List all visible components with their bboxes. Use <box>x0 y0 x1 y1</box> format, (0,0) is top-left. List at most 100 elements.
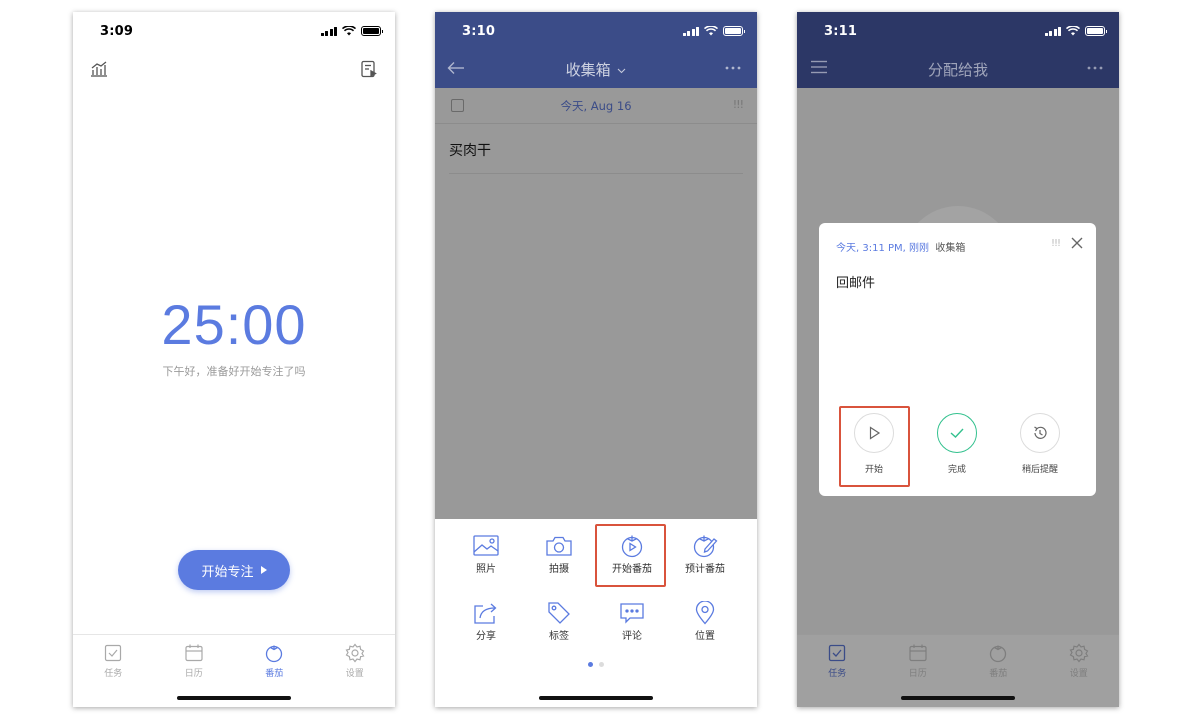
complete-action-button[interactable]: 完成 <box>922 413 992 475</box>
tab-label: 设置 <box>345 669 364 679</box>
sheet-item-camera[interactable]: 拍摄 <box>523 534 595 575</box>
statistics-icon[interactable] <box>90 60 108 78</box>
tomato-icon <box>266 645 283 663</box>
sheet-item-location[interactable]: 位置 <box>669 601 741 642</box>
snooze-icon <box>1034 426 1047 439</box>
status-time: 3:10 <box>462 24 496 39</box>
status-bar: 3:11 <box>797 12 1119 52</box>
sheet-item-label: 分享 <box>476 631 496 642</box>
battery-icon <box>723 26 745 36</box>
sheet-item-comment[interactable]: 评论 <box>596 601 668 642</box>
priority-flag[interactable]: !!! <box>733 98 744 111</box>
status-bar: 3:09 <box>73 12 395 52</box>
status-icons <box>1044 26 1107 36</box>
home-indicator <box>539 696 653 700</box>
status-bar: 3:10 <box>435 12 757 52</box>
complete-action-circle <box>937 413 977 453</box>
sheet-item-photo[interactable]: 照片 <box>450 534 522 575</box>
date-bar: 今天, Aug 16 !!! <box>435 88 757 124</box>
play-icon <box>260 566 267 574</box>
gear-icon <box>1069 643 1089 663</box>
status-icons <box>682 26 745 36</box>
wifi-icon <box>1066 26 1080 36</box>
tomato-edit-icon <box>693 535 718 558</box>
phone-screen-inbox-action-sheet: 3:10 收集箱 今天, Aug 16 !!! 买肉干 照片 拍摄 开始番茄 预… <box>435 12 757 707</box>
wifi-icon <box>704 26 718 36</box>
sheet-item-estimate-pomodoro[interactable]: 预计番茄 <box>669 534 741 575</box>
action-sheet: 照片 拍摄 开始番茄 预计番茄 分享 标签 评论 位置 <box>435 519 757 707</box>
task-list-name[interactable]: 收集箱 <box>935 243 965 254</box>
start-focus-button[interactable]: 开始专注 <box>178 550 290 590</box>
greeting-text: 下午好，准备好开始专注了吗 <box>162 365 306 378</box>
task-popup: 今天, 3:11 PM, 刚刚 收集箱 !!! 回邮件 开始 完成 稍后提醒 <box>819 223 1096 496</box>
tab-label: 任务 <box>104 669 123 679</box>
checkbox-icon <box>105 644 122 662</box>
tab-label: 任务 <box>828 669 847 679</box>
tab-settings[interactable]: 设置 <box>315 635 396 707</box>
phone-screen-assigned-popup: 3:11 分配给我 今天, 3:11 PM, 刚刚 收集箱 !!! 回邮件 开始 <box>797 12 1119 707</box>
phone-screen-pomodoro: 3:09 25:00 下午好，准备好开始专注了吗 开始专注 任务 日历 番茄 设… <box>73 12 395 707</box>
location-icon <box>695 601 715 625</box>
task-meta: 今天, 3:11 PM, 刚刚 收集箱 <box>836 239 965 254</box>
task-title[interactable]: 回邮件 <box>836 272 875 291</box>
more-icon[interactable] <box>1087 66 1103 70</box>
task-time[interactable]: 今天, 3:11 PM, 刚刚 <box>836 243 929 254</box>
home-indicator <box>177 696 291 700</box>
focus-record-icon[interactable] <box>360 60 378 78</box>
tab-tasks[interactable]: 任务 <box>797 635 878 707</box>
signal-icon <box>1044 26 1061 36</box>
dimmed-task-detail: 今天, Aug 16 !!! 买肉干 <box>435 88 757 519</box>
sheet-item-label: 照片 <box>476 564 496 575</box>
navigation-bar: 3:10 收集箱 <box>435 12 757 88</box>
nav-title-text: 收集箱 <box>565 61 611 79</box>
photo-icon <box>473 535 499 556</box>
action-label: 稍后提醒 <box>1021 465 1058 475</box>
calendar-icon <box>909 644 927 662</box>
tag-icon <box>548 602 570 624</box>
tab-label: 番茄 <box>989 669 1008 679</box>
highlight-box <box>839 406 910 487</box>
status-time: 3:11 <box>824 24 858 39</box>
tab-settings[interactable]: 设置 <box>1039 635 1120 707</box>
close-icon[interactable] <box>1070 236 1084 250</box>
snooze-action-circle <box>1020 413 1060 453</box>
snooze-action-button[interactable]: 稍后提醒 <box>1005 413 1075 475</box>
task-title[interactable]: 买肉干 <box>449 140 743 174</box>
navigation-bar: 3:11 分配给我 <box>797 12 1119 88</box>
tab-label: 日历 <box>908 669 927 679</box>
calendar-icon <box>185 644 203 662</box>
page-dot <box>588 662 593 667</box>
action-label: 完成 <box>947 465 966 475</box>
sheet-item-tag[interactable]: 标签 <box>523 601 595 642</box>
sheet-item-label: 预计番茄 <box>685 564 725 575</box>
tomato-icon <box>990 645 1007 663</box>
status-time: 3:09 <box>100 24 134 39</box>
tab-label: 番茄 <box>265 669 284 679</box>
timer-display: 25:00 <box>161 293 307 356</box>
camera-icon <box>546 536 572 556</box>
status-icons <box>320 26 383 36</box>
highlight-box <box>595 524 666 587</box>
tab-tasks[interactable]: 任务 <box>73 635 154 707</box>
gear-icon <box>345 643 365 663</box>
sheet-item-label: 拍摄 <box>549 564 569 575</box>
wifi-icon <box>342 26 356 36</box>
tab-label: 设置 <box>1069 669 1088 679</box>
battery-icon <box>1085 26 1107 36</box>
priority-flag[interactable]: !!! <box>1051 238 1061 249</box>
check-icon <box>950 428 964 438</box>
start-focus-label: 开始专注 <box>201 564 254 580</box>
tab-label: 日历 <box>184 669 203 679</box>
checkbox-icon <box>829 644 846 662</box>
signal-icon <box>682 26 699 36</box>
signal-icon <box>320 26 337 36</box>
chevron-down-icon <box>618 68 626 73</box>
nav-title: 分配给我 <box>927 61 988 79</box>
home-indicator <box>901 696 1015 700</box>
share-icon <box>474 603 497 624</box>
sheet-item-label: 位置 <box>695 631 715 642</box>
nav-title[interactable]: 收集箱 <box>435 59 757 80</box>
more-icon[interactable] <box>725 66 741 70</box>
due-date[interactable]: 今天, Aug 16 <box>435 98 757 114</box>
sheet-item-share[interactable]: 分享 <box>450 601 522 642</box>
